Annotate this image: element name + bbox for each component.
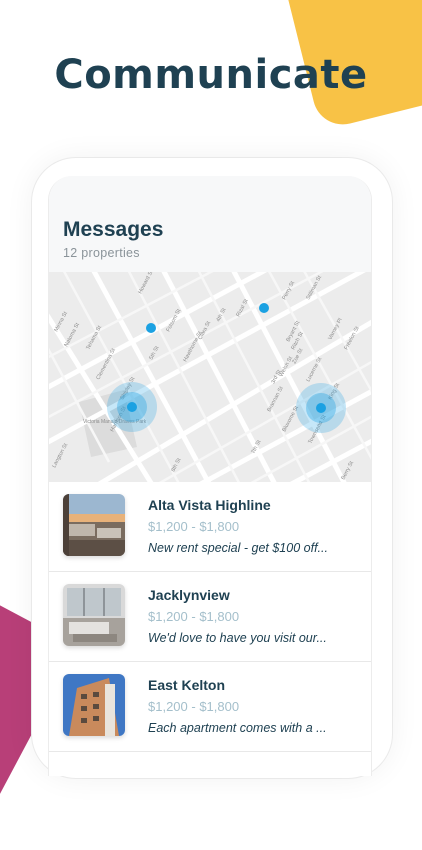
headline: Communicate	[54, 52, 368, 98]
property-name: Jacklynview	[148, 587, 230, 603]
property-price: $1,200 - $1,800	[148, 519, 240, 534]
message-snippet: Each apartment comes with a ...	[148, 721, 327, 735]
property-name: East Kelton	[148, 677, 226, 693]
map-view[interactable]: Howard St Folsom St Minna St Natoma St T…	[49, 272, 371, 482]
map-canvas[interactable]: Howard St Folsom St Minna St Natoma St T…	[49, 272, 371, 482]
property-name: Alta Vista Highline	[148, 497, 271, 513]
property-list: Alta Vista Highline $1,200 - $1,800 New …	[49, 482, 371, 752]
page-title: Messages	[63, 218, 164, 241]
map-marker[interactable]	[146, 323, 156, 333]
messages-header: Messages 12 properties	[49, 176, 371, 272]
property-price: $1,200 - $1,800	[148, 699, 240, 714]
property-count: 12 properties	[63, 246, 140, 260]
message-snippet: New rent special - get $100 off...	[148, 541, 328, 555]
map-marker[interactable]	[259, 303, 269, 313]
property-price: $1,200 - $1,800	[148, 609, 240, 624]
phone-screen: Messages 12 properties Howard St Folsom …	[48, 176, 372, 776]
list-item[interactable]: Jacklynview $1,200 - $1,800 We'd love to…	[49, 572, 371, 662]
map-marker[interactable]	[296, 383, 346, 433]
list-item[interactable]: East Kelton $1,200 - $1,800 Each apartme…	[49, 662, 371, 752]
property-thumbnail	[63, 584, 125, 646]
property-thumbnail	[63, 674, 125, 736]
list-item[interactable]: Alta Vista Highline $1,200 - $1,800 New …	[49, 482, 371, 572]
map-marker[interactable]	[107, 382, 157, 432]
property-thumbnail	[63, 494, 125, 556]
message-snippet: We'd love to have you visit our...	[148, 631, 327, 645]
